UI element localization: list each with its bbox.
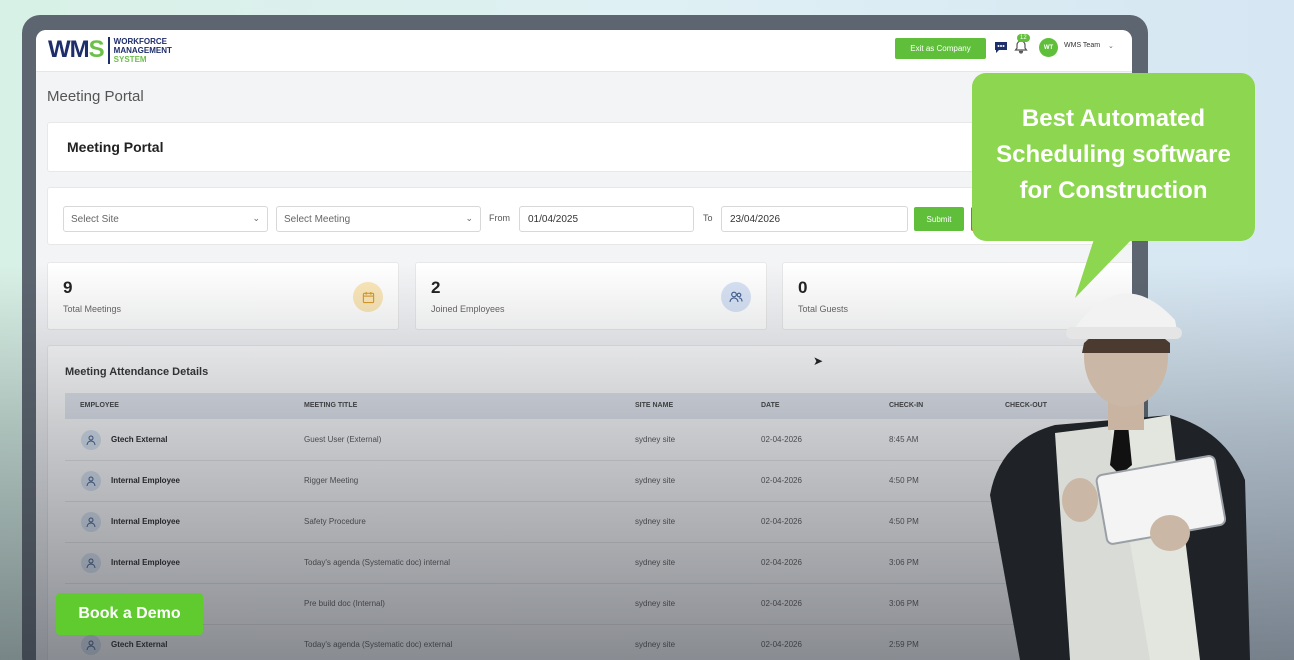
column-header[interactable]: DATE	[761, 402, 780, 409]
site-name: sydney site	[635, 435, 676, 444]
employee-name: Internal Employee	[111, 476, 180, 485]
user-icon	[81, 512, 101, 532]
select-meeting-placeholder: Select Meeting	[284, 214, 351, 225]
stat-label: Joined Employees	[431, 304, 505, 314]
promo-line: Scheduling software	[996, 141, 1231, 168]
table-title: Meeting Attendance Details	[65, 366, 209, 378]
from-label: From	[489, 213, 510, 223]
logo-mark: WMS	[48, 36, 105, 63]
from-date-input[interactable]: 01/04/2025	[519, 206, 694, 232]
employee-name: Internal Employee	[111, 517, 180, 526]
page-title: Meeting Portal	[67, 139, 164, 155]
check-in-time: 4:50 PM	[889, 517, 919, 526]
check-in-time: 3:06 PM	[889, 599, 919, 608]
meeting-date: 02-04-2026	[761, 640, 802, 649]
user-avatar[interactable]: WT	[1039, 38, 1058, 57]
meeting-title: Today's agenda (Systematic doc) external	[304, 640, 453, 649]
user-icon	[81, 430, 101, 450]
logo-text: WORKFORCE MANAGEMENT SYSTEM	[107, 36, 172, 64]
promo-line: for Construction	[1019, 177, 1208, 204]
book-demo-button[interactable]: Book a Demo	[56, 593, 203, 635]
site-name: sydney site	[635, 640, 676, 649]
meeting-date: 02-04-2026	[761, 435, 802, 444]
employee-name: Internal Employee	[111, 558, 180, 567]
meeting-title: Guest User (External)	[304, 435, 382, 444]
user-name[interactable]: WMS Team	[1064, 42, 1100, 49]
stat-value: 9	[63, 278, 73, 297]
chat-icon[interactable]	[993, 39, 1009, 55]
meeting-date: 02-04-2026	[761, 517, 802, 526]
breadcrumb: Meeting Portal	[47, 88, 144, 105]
user-icon	[81, 635, 101, 655]
user-icon	[81, 471, 101, 491]
stat-label: Total Guests	[798, 304, 849, 314]
employee-name: Gtech External	[111, 435, 168, 444]
site-name: sydney site	[635, 558, 676, 567]
construction-worker-illustration	[990, 293, 1250, 660]
column-header[interactable]: SITE NAME	[635, 402, 673, 409]
meeting-date: 02-04-2026	[761, 599, 802, 608]
top-bar: WMS WORKFORCE MANAGEMENT SYSTEM Exit as …	[36, 30, 1132, 72]
column-header[interactable]: MEETING TITLE	[304, 402, 357, 409]
meeting-title: Rigger Meeting	[304, 476, 359, 485]
check-in-time: 8:45 AM	[889, 435, 919, 444]
page-header-card: Meeting Portal	[47, 122, 1132, 172]
users-icon	[721, 282, 751, 312]
select-meeting-dropdown[interactable]: Select Meeting ⌄	[276, 206, 481, 232]
notification-badge: 12	[1017, 34, 1030, 42]
employee-name: Gtech External	[111, 640, 168, 649]
chevron-down-icon: ⌄	[252, 213, 260, 223]
chevron-down-icon: ⌄	[465, 213, 473, 223]
filter-card: Select Site ⌄ Select Meeting ⌄ From 01/0…	[47, 187, 1132, 245]
mouse-cursor-icon: ➤	[813, 354, 824, 368]
wms-logo[interactable]: WMS WORKFORCE MANAGEMENT SYSTEM	[48, 36, 172, 64]
promo-speech-bubble: Best Automated Scheduling software for C…	[972, 73, 1255, 241]
select-site-placeholder: Select Site	[71, 214, 119, 225]
column-header[interactable]: CHECK-IN	[889, 402, 923, 409]
to-label: To	[703, 213, 713, 223]
meeting-title: Safety Procedure	[304, 517, 366, 526]
check-in-time: 3:06 PM	[889, 558, 919, 567]
promo-line: Best Automated	[1021, 105, 1206, 132]
column-header[interactable]: EMPLOYEE	[80, 402, 119, 409]
stat-value: 2	[431, 278, 441, 297]
submit-button[interactable]: Submit	[914, 207, 964, 231]
user-icon	[81, 553, 101, 573]
select-site-dropdown[interactable]: Select Site ⌄	[63, 206, 268, 232]
meeting-title: Today's agenda (Systematic doc) internal	[304, 558, 451, 567]
stat-value: 0	[798, 278, 808, 297]
site-name: sydney site	[635, 599, 676, 608]
check-in-time: 4:50 PM	[889, 476, 919, 485]
site-name: sydney site	[635, 517, 676, 526]
stat-card-joined-employees: 2 Joined Employees	[415, 262, 767, 330]
site-name: sydney site	[635, 476, 676, 485]
meeting-date: 02-04-2026	[761, 476, 802, 485]
exit-as-company-button[interactable]: Exit as Company	[895, 38, 986, 59]
to-date-input[interactable]: 23/04/2026	[721, 206, 908, 232]
stat-card-total-meetings: 9 Total Meetings	[47, 262, 399, 330]
stat-label: Total Meetings	[63, 304, 122, 314]
meeting-title: Pre build doc (Internal)	[304, 599, 385, 608]
meeting-date: 02-04-2026	[761, 558, 802, 567]
check-in-time: 2:59 PM	[889, 640, 919, 649]
calendar-icon	[353, 282, 383, 312]
chevron-down-icon[interactable]: ⌄	[1108, 42, 1114, 50]
